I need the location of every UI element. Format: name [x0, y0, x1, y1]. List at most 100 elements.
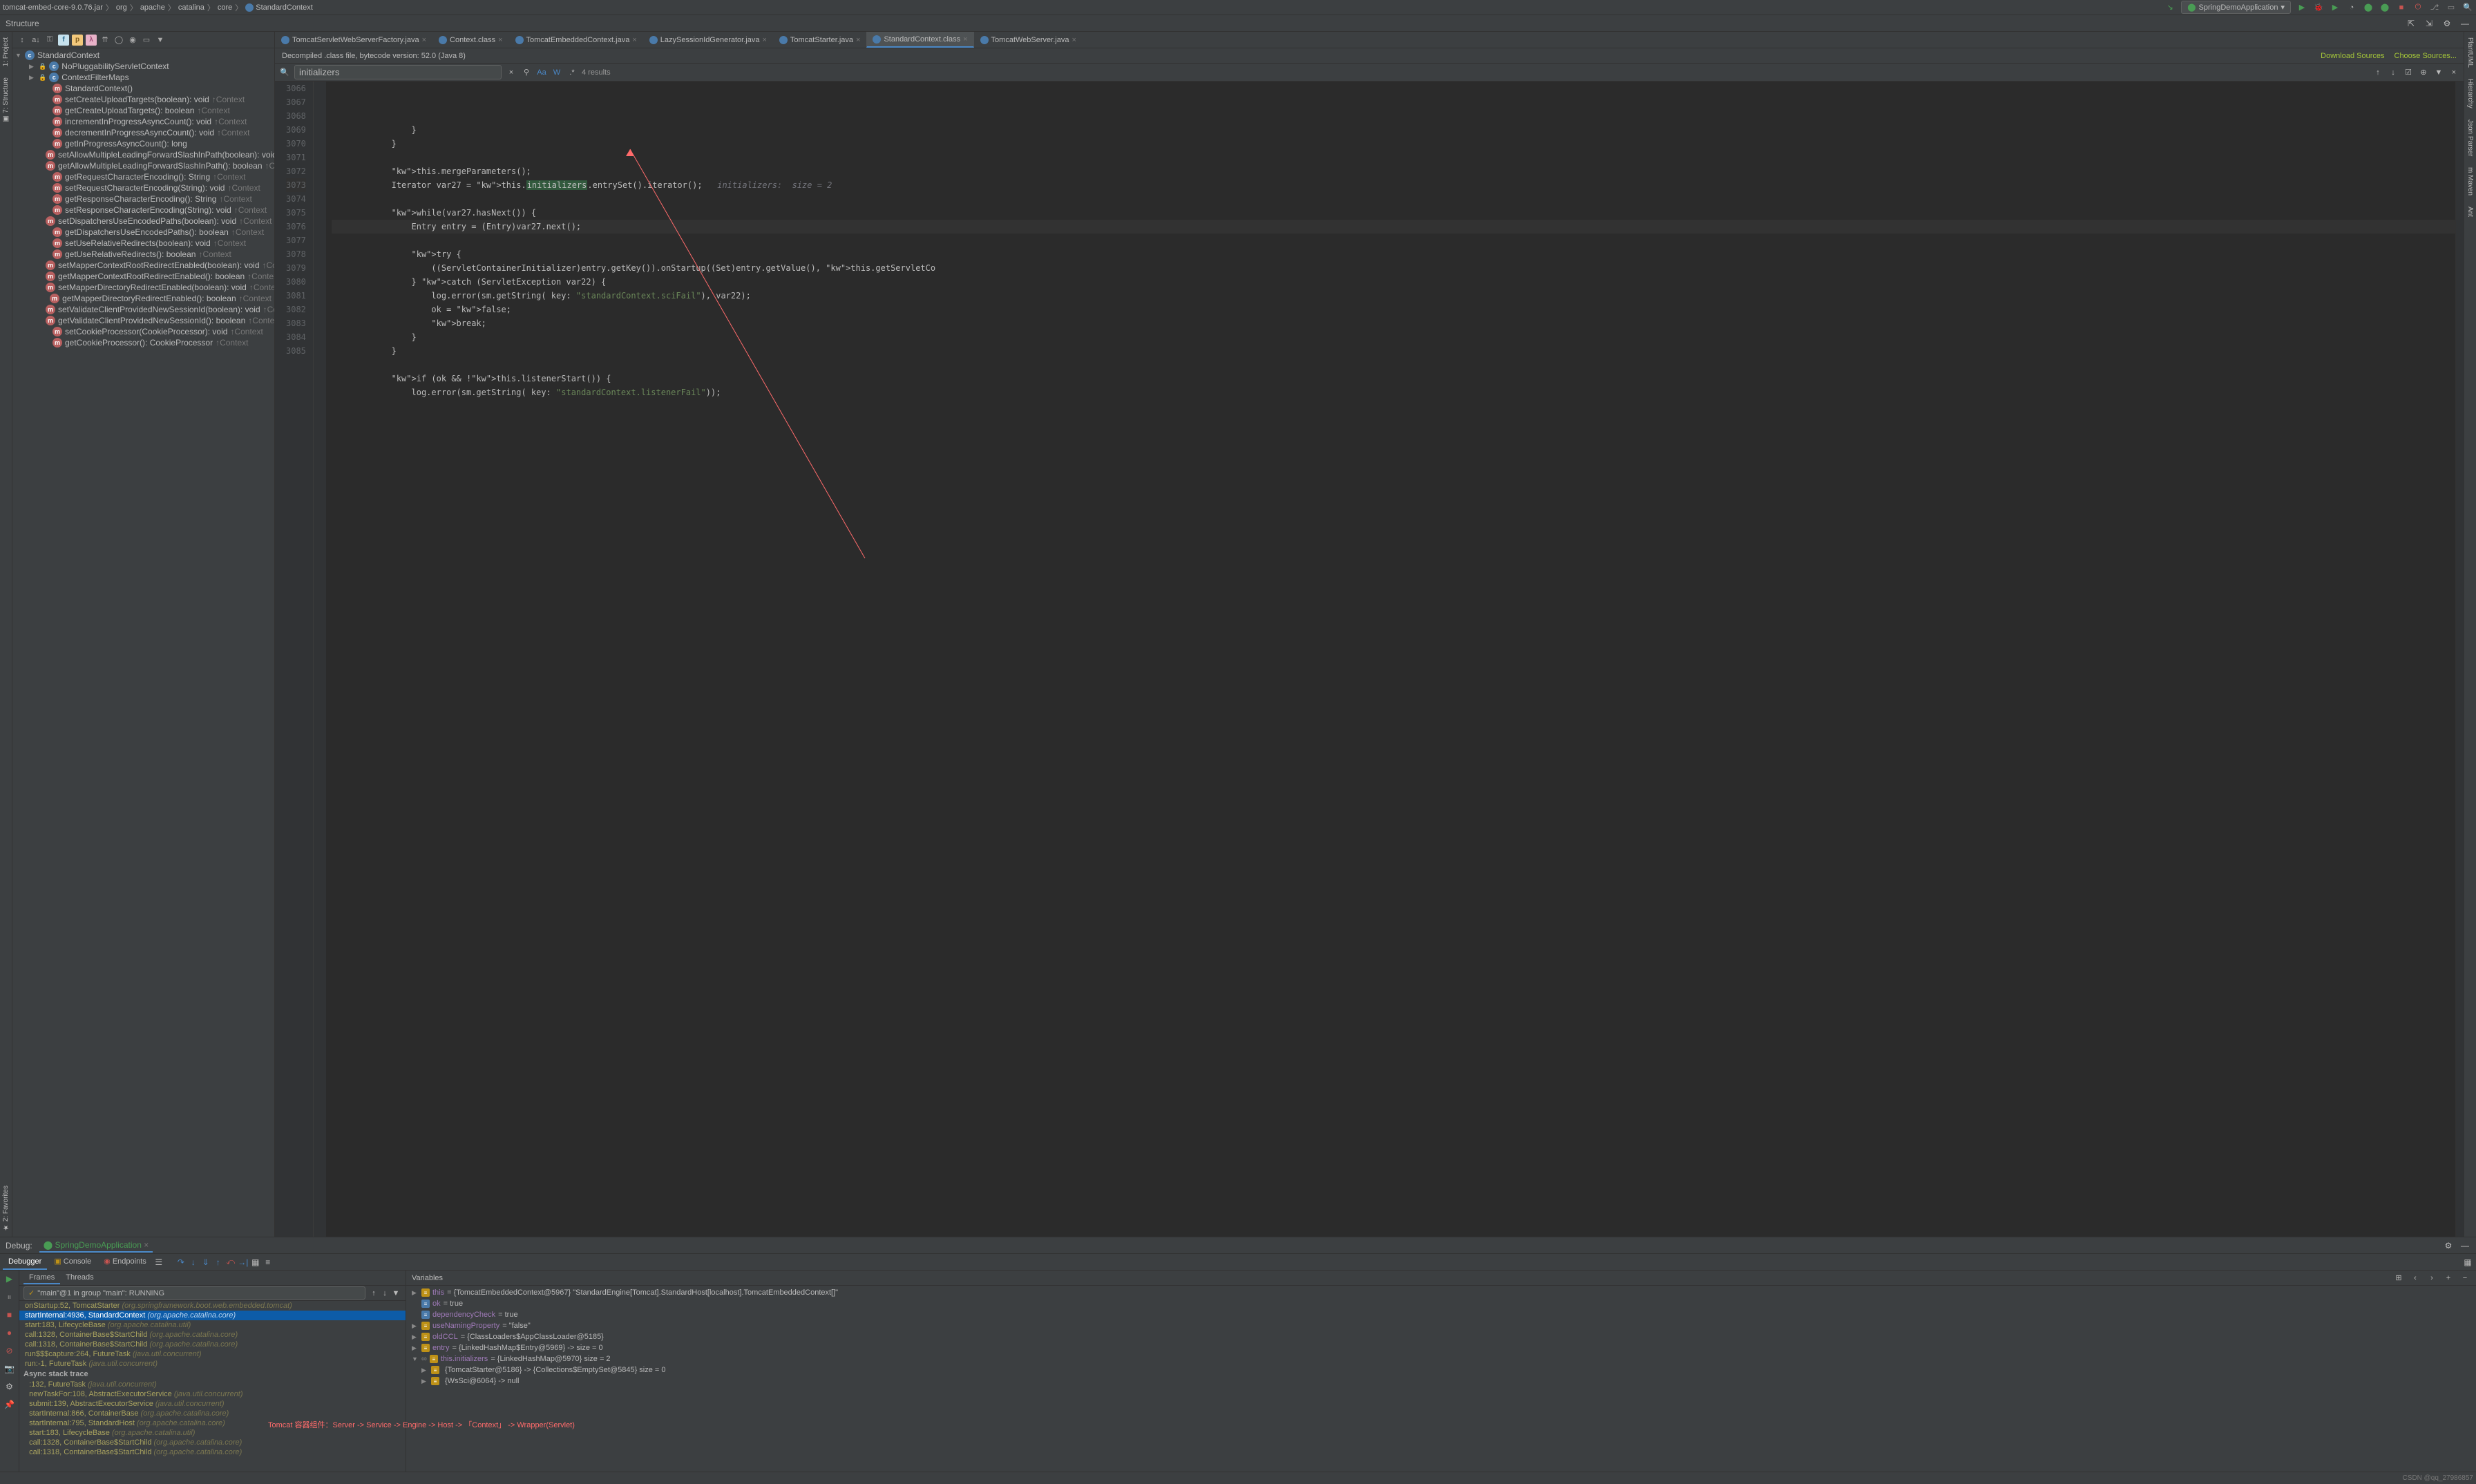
clear-search-icon[interactable]: ×: [506, 67, 517, 78]
variable-row[interactable]: ▶≡ {WsSci@6064} -> null: [406, 1376, 2476, 1387]
debugger-tab[interactable]: Debugger: [3, 1255, 47, 1270]
stop-icon[interactable]: ■: [4, 1309, 15, 1320]
editor-tab[interactable]: Context.class×: [432, 32, 508, 48]
stack-frame[interactable]: call:1328, ContainerBase$StartChild (org…: [19, 1330, 406, 1340]
force-step-icon[interactable]: ⇓: [200, 1257, 211, 1268]
search-icon[interactable]: 🔍: [2462, 2, 2473, 13]
editor-tab[interactable]: TomcatServletWebServerFactory.java×: [275, 32, 432, 48]
pin-search-icon[interactable]: ⚲: [521, 67, 532, 78]
tree-item[interactable]: mgetDispatchersUseEncodedPaths(): boolea…: [12, 227, 274, 238]
gear-icon[interactable]: ⚙: [2441, 18, 2453, 29]
hide-icon[interactable]: —: [2459, 1240, 2470, 1251]
project-tab[interactable]: 1: Project: [1, 32, 11, 72]
editor-tab[interactable]: TomcatEmbeddedContext.java×: [509, 32, 643, 48]
close-search-icon[interactable]: ×: [2448, 67, 2459, 78]
plantuml-tab[interactable]: PlantUML: [2465, 32, 2475, 73]
prev-match-icon[interactable]: ↑: [2372, 67, 2383, 78]
stack-frame[interactable]: call:1328, ContainerBase$StartChild (org…: [19, 1438, 406, 1447]
variable-row[interactable]: ▶≡entry = {LinkedHashMap$Entry@5969} -> …: [406, 1342, 2476, 1353]
close-tab-icon[interactable]: ×: [498, 36, 502, 44]
remove-watch-icon[interactable]: −: [2459, 1273, 2470, 1284]
tree-item[interactable]: msetCookieProcessor(CookieProcessor): vo…: [12, 326, 274, 337]
show-fields-icon[interactable]: f: [58, 35, 69, 46]
hammer-icon[interactable]: ↘: [2164, 2, 2175, 13]
layout-icon[interactable]: ▦: [2462, 1257, 2473, 1268]
profiler-icon[interactable]: ◔: [2346, 2, 2357, 13]
tree-item[interactable]: msetAllowMultipleLeadingForwardSlashInPa…: [12, 149, 274, 160]
add-selection-icon[interactable]: ⊕: [2418, 67, 2429, 78]
select-all-icon[interactable]: ☑: [2403, 67, 2414, 78]
vars-next-icon[interactable]: ›: [2426, 1273, 2437, 1284]
tree-item[interactable]: msetValidateClientProvidedNewSessionId(b…: [12, 304, 274, 315]
favorites-tab[interactable]: ★ 2: Favorites: [1, 1180, 11, 1237]
breadcrumb-item[interactable]: org: [116, 3, 127, 12]
autoscroll-icon[interactable]: ◉: [127, 35, 138, 46]
close-tab-icon[interactable]: ×: [422, 36, 426, 44]
trace-icon[interactable]: ≡: [263, 1257, 274, 1268]
frame-list[interactable]: onStartup:52, TomcatStarter (org.springf…: [19, 1301, 406, 1472]
tree-item[interactable]: mincrementInProgressAsyncCount(): void ↑…: [12, 116, 274, 127]
sort-alpha-icon[interactable]: a↓: [30, 35, 41, 46]
maven-tab[interactable]: m Maven: [2465, 162, 2475, 201]
tree-item[interactable]: mgetCreateUploadTargets(): boolean ↑Cont…: [12, 105, 274, 116]
breadcrumb-item[interactable]: apache: [140, 3, 165, 12]
tree-item[interactable]: mgetInProgressAsyncCount(): long: [12, 138, 274, 149]
tree-item[interactable]: mgetRequestCharacterEncoding(): String ↑…: [12, 171, 274, 182]
tree-item[interactable]: mgetAllowMultipleLeadingForwardSlashInPa…: [12, 160, 274, 171]
coverage-icon[interactable]: ▶: [2330, 2, 2341, 13]
fold-gutter[interactable]: [314, 82, 326, 1237]
run-config-select[interactable]: ⬤SpringDemoApplication▾: [2181, 1, 2291, 14]
sort-vis-icon[interactable]: ⚿: [44, 35, 55, 46]
threads-subtab[interactable]: Threads: [60, 1272, 99, 1284]
step-into-icon[interactable]: ↓: [188, 1257, 199, 1268]
code-editor[interactable]: 3066306730683069307030713072307330743075…: [275, 82, 2464, 1237]
tree-item[interactable]: ▶🔒cContextFilterMaps: [12, 72, 274, 83]
next-frame-icon[interactable]: ↓: [379, 1288, 390, 1299]
debug-icon[interactable]: 🐞: [2313, 2, 2324, 13]
stack-frame[interactable]: call:1318, ContainerBase$StartChild (org…: [19, 1447, 406, 1457]
close-tab-icon[interactable]: ×: [856, 36, 860, 44]
tree-item[interactable]: ▶🔒cNoPluggabilityServletContext: [12, 61, 274, 72]
variable-row[interactable]: ≡ok = true: [406, 1298, 2476, 1309]
variable-row[interactable]: ▶≡useNamingProperty = "false": [406, 1320, 2476, 1331]
console-tab[interactable]: ▣ Console: [48, 1254, 97, 1270]
ant-tab[interactable]: Ant: [2465, 201, 2475, 222]
gear-icon[interactable]: ⚙: [4, 1381, 15, 1392]
regex-icon[interactable]: .*: [566, 67, 578, 78]
stop-icon[interactable]: ■: [2396, 2, 2407, 13]
show-lambdas-icon[interactable]: λ: [86, 35, 97, 46]
threads-icon[interactable]: ☰: [153, 1257, 164, 1268]
vars-prev-icon[interactable]: ‹: [2410, 1273, 2421, 1284]
filter-frames-icon[interactable]: ▼: [390, 1288, 401, 1299]
frames-subtab[interactable]: Frames: [23, 1272, 60, 1284]
hierarchy-tab[interactable]: Hierarchy: [2465, 73, 2475, 114]
tree-item[interactable]: mStandardContext(): [12, 83, 274, 94]
minimap-scrollbar[interactable]: [2455, 82, 2464, 1237]
word-icon[interactable]: W: [551, 67, 562, 78]
editor-tab[interactable]: TomcatStarter.java×: [773, 32, 867, 48]
run-to-cursor-icon[interactable]: →|: [238, 1257, 249, 1268]
endpoints-tab[interactable]: ◉ Endpoints: [98, 1254, 152, 1270]
stack-frame[interactable]: start:183, LifecycleBase (org.apache.cat…: [19, 1320, 406, 1330]
editor-tab[interactable]: LazySessionIdGenerator.java×: [643, 32, 773, 48]
stack-frame[interactable]: run:-1, FutureTask (java.util.concurrent…: [19, 1359, 406, 1369]
stack-frame[interactable]: run$$$capture:264, FutureTask (java.util…: [19, 1349, 406, 1359]
thread-select[interactable]: ✓"main"@1 in group "main": RUNNING: [23, 1286, 365, 1300]
variable-row[interactable]: ▶≡this = {TomcatEmbeddedContext@5967} "S…: [406, 1287, 2476, 1298]
tree-item[interactable]: mgetMapperContextRootRedirectEnabled(): …: [12, 271, 274, 282]
jsonparser-tab[interactable]: Json Parser: [2465, 114, 2475, 162]
add-watch-icon[interactable]: +: [2443, 1273, 2454, 1284]
variable-row[interactable]: ≡dependencyCheck = true: [406, 1309, 2476, 1320]
tree-item[interactable]: msetMapperContextRootRedirectEnabled(boo…: [12, 260, 274, 271]
git-icon[interactable]: ⎇: [2429, 2, 2440, 13]
expand-icon[interactable]: ⇲: [2423, 18, 2435, 29]
vars-view-icon[interactable]: ⊞: [2393, 1273, 2404, 1284]
stack-frame[interactable]: :132, FutureTask (java.util.concurrent): [19, 1380, 406, 1389]
debug-app-tab[interactable]: ⬤ SpringDemoApplication ×: [39, 1239, 153, 1253]
variable-list[interactable]: ▶≡this = {TomcatEmbeddedContext@5967} "S…: [406, 1286, 2476, 1472]
filter-icon[interactable]: ▼: [155, 35, 166, 46]
attach-icon[interactable]: ⬤: [2363, 2, 2374, 13]
variable-row[interactable]: ▶≡ {TomcatStarter@5186} -> {Collections$…: [406, 1364, 2476, 1376]
show-anon-icon[interactable]: ◯: [113, 35, 124, 46]
step-out-icon[interactable]: ↑: [213, 1257, 224, 1268]
